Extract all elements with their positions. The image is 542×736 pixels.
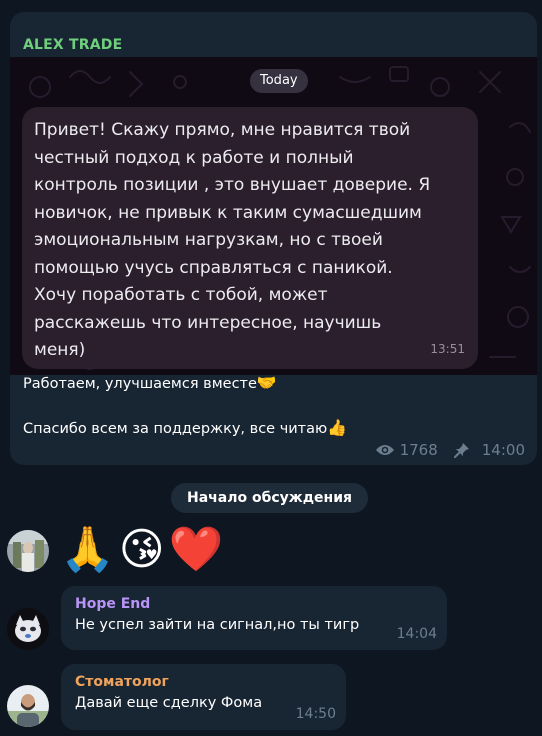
quoted-message-text: Привет! Скажу прямо, мне нравится твой ч… — [34, 120, 431, 360]
date-pill: Today — [250, 69, 308, 93]
discussion-start-label: Начало обсуждения — [171, 483, 368, 513]
message-text: Не успел зайти на сигнал,но ты тигр — [75, 617, 360, 633]
message-bubble[interactable]: Hope End Не успел зайти на сигнал,но ты … — [61, 586, 447, 650]
caption-line-1-text: Работаем, улучшаемся вместе — [23, 376, 257, 392]
avatar[interactable] — [7, 608, 49, 650]
handshake-emoji: 🤝 — [256, 373, 277, 392]
message-time: 14:04 — [396, 626, 437, 642]
caption-line-2: Спасибо всем за поддержку, все читаю👍 — [23, 415, 523, 440]
message-author[interactable]: Стоматолог — [75, 672, 334, 692]
eye-icon — [375, 445, 394, 455]
post-time: 14:00 — [481, 441, 525, 459]
thumbs-up-emoji: 👍 — [327, 418, 348, 437]
pin-icon — [453, 443, 469, 458]
folded-hands-emoji: 🙏 — [60, 524, 115, 575]
views-count: 1768 — [399, 441, 438, 459]
post-meta: 1768 14:00 — [375, 441, 525, 459]
message-bubble[interactable]: Стоматолог Давай еще сделку Фома 14:50 — [61, 664, 346, 730]
caption-line-2-text: Спасибо всем за поддержку, все читаю — [23, 421, 328, 437]
post-photo[interactable]: Today Привет! Скажу прямо, мне нравится … — [10, 57, 537, 375]
message-time: 14:50 — [295, 706, 336, 722]
caption-line-1: Работаем, улучшаемся вместе🤝 — [23, 370, 523, 395]
red-heart-emoji: ❤️ — [168, 524, 224, 575]
post-caption: Работаем, улучшаемся вместе🤝 Спасибо все… — [23, 370, 523, 440]
message-author[interactable]: Hope End — [75, 594, 435, 614]
emoji-message[interactable]: 🙏 😘 ❤️ — [60, 522, 227, 578]
quoted-message-bubble: Привет! Скажу прямо, мне нравится твой ч… — [22, 107, 478, 369]
post-author[interactable]: ALEX TRADE — [23, 37, 122, 53]
kissing-face-emoji: 😘 — [118, 524, 165, 575]
channel-post[interactable]: ALEX TRADE Today Привет! Скажу прямо, мн… — [10, 12, 537, 465]
quoted-message-time: 13:51 — [430, 342, 465, 356]
avatar[interactable] — [7, 685, 49, 727]
avatar[interactable] — [7, 530, 49, 572]
